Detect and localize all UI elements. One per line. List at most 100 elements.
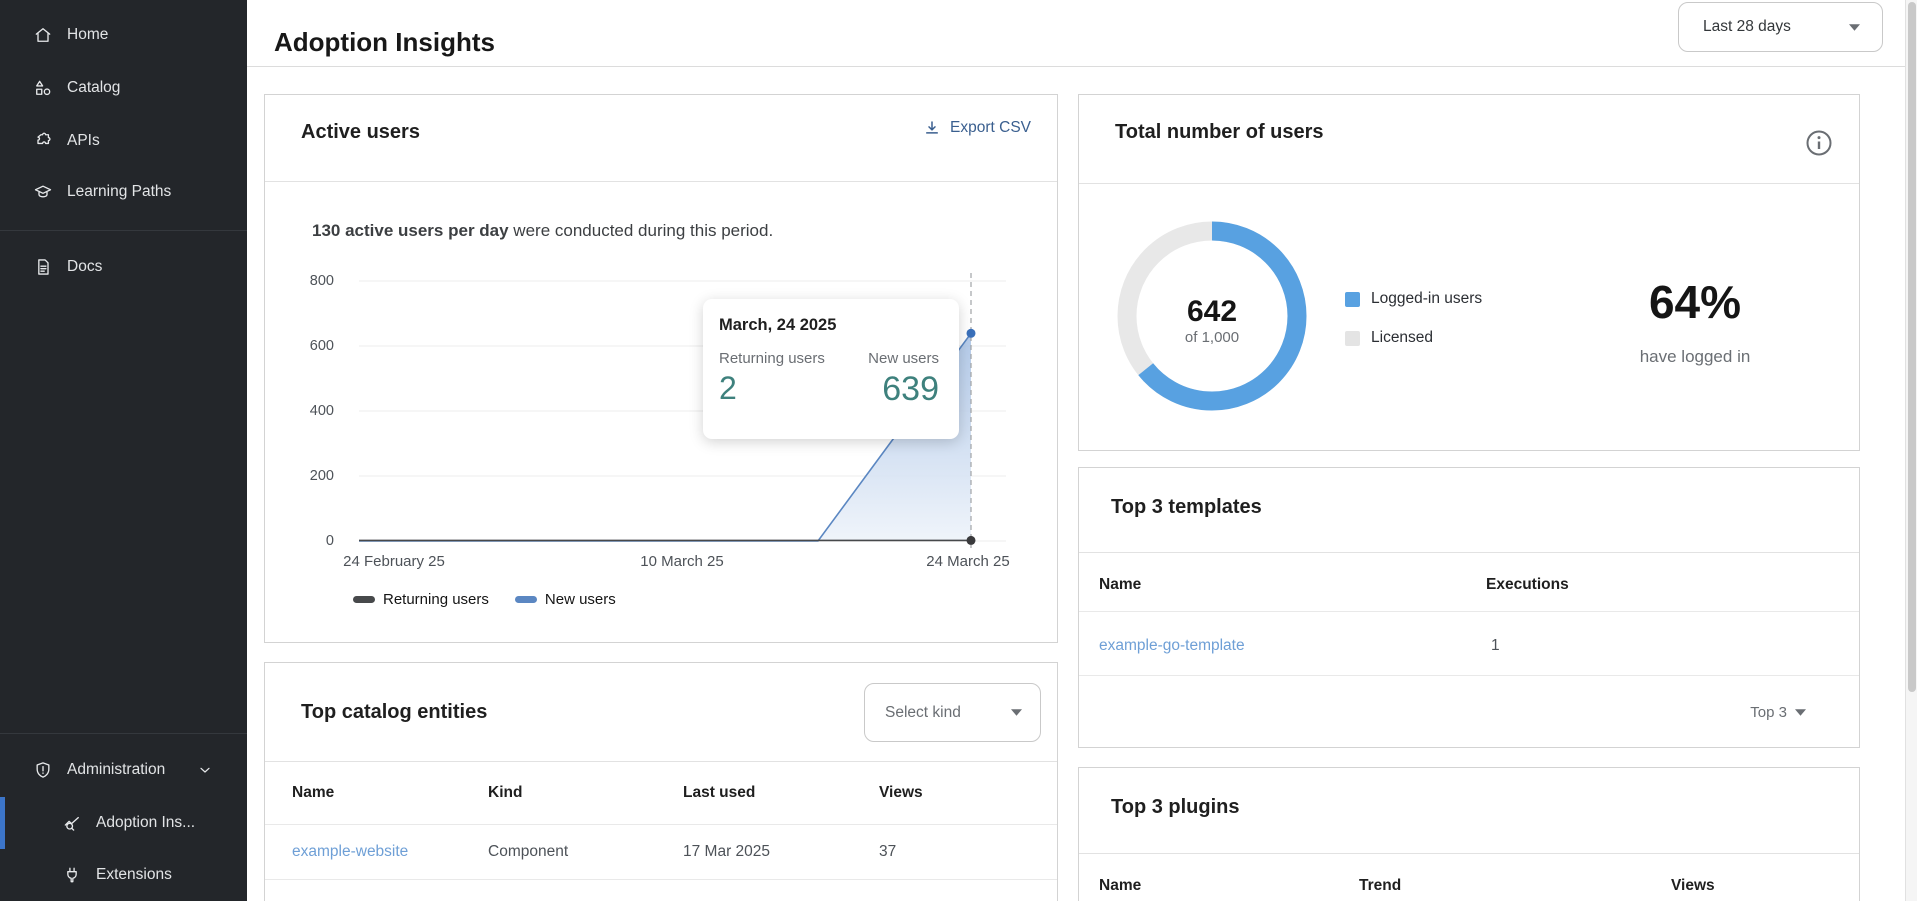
sidebar-item-label: Extensions (96, 866, 172, 884)
active-users-card: Active users Export CSV 130 active users… (264, 94, 1058, 643)
tooltip-value: 2 (719, 370, 825, 407)
sidebar-item-home[interactable]: Home (0, 15, 247, 55)
sidebar: Home Catalog APIs Learning Paths Docs Ad… (0, 0, 247, 901)
top-catalog-entities-card: Top catalog entities Select kind Name Ki… (264, 662, 1058, 901)
card-header-divider (1079, 552, 1859, 553)
logged-in-percent-caption: have logged in (1595, 347, 1795, 367)
donut-center-caption: of 1,000 (1142, 329, 1282, 346)
x-tick: 24 February 25 (314, 553, 474, 570)
chart-summary-bold: 130 active users per day (312, 221, 509, 240)
sidebar-divider (0, 733, 247, 734)
column-header-trend: Trend (1359, 877, 1401, 895)
card-header-divider (1079, 183, 1859, 184)
licensed-swatch (1345, 331, 1360, 346)
logged-in-percent: 64% (1595, 275, 1795, 329)
x-tick: 10 March 25 (602, 553, 762, 570)
top-3-filter-label: Top 3 (1750, 704, 1787, 721)
top-plugins-card: Top 3 plugins Name Trend Views (1078, 767, 1860, 901)
sidebar-item-adoption-insights[interactable]: Adoption Ins... (0, 803, 247, 843)
caret-down-icon (1849, 24, 1860, 31)
chart-tooltip: March, 24 2025 Returning users 2 New use… (703, 299, 959, 439)
extensions-icon (62, 865, 82, 885)
top-templates-card: Top 3 templates Name Executions example-… (1078, 467, 1860, 748)
tooltip-value: 639 (868, 370, 939, 409)
legend-label: New users (545, 591, 616, 608)
sidebar-item-administration[interactable]: Administration (0, 750, 247, 790)
top-3-filter[interactable]: Top 3 (1750, 704, 1806, 721)
table-divider (265, 824, 1057, 825)
table-divider (1079, 611, 1859, 612)
learning-paths-icon (33, 182, 53, 202)
sidebar-item-apis[interactable]: APIs (0, 121, 247, 161)
template-link[interactable]: example-go-template (1099, 637, 1245, 655)
select-kind-dropdown[interactable]: Select kind (864, 683, 1041, 742)
sidebar-item-learning-paths[interactable]: Learning Paths (0, 172, 247, 212)
info-icon[interactable] (1805, 129, 1833, 157)
template-executions: 1 (1491, 637, 1500, 655)
tooltip-label: New users (868, 350, 939, 367)
download-icon (923, 119, 941, 137)
x-tick: 24 March 25 (888, 553, 1048, 570)
docs-icon (33, 257, 53, 277)
sidebar-item-label: Adoption Ins... (96, 814, 195, 832)
column-header-kind: Kind (488, 784, 522, 802)
tooltip-date: March, 24 2025 (719, 316, 939, 335)
sidebar-divider (0, 230, 247, 231)
adoption-insights-page: Home Catalog APIs Learning Paths Docs Ad… (0, 0, 1917, 901)
caret-down-icon (1795, 709, 1806, 716)
card-title: Top 3 templates (1111, 496, 1262, 519)
sidebar-item-label: Catalog (67, 79, 120, 97)
date-range-value: Last 28 days (1703, 18, 1791, 36)
legend-label: Licensed (1371, 329, 1433, 347)
sidebar-item-label: Docs (67, 258, 102, 276)
caret-down-icon (1011, 709, 1022, 716)
column-header-executions: Executions (1486, 576, 1569, 594)
home-icon (33, 25, 53, 45)
date-range-select[interactable]: Last 28 days (1678, 2, 1883, 52)
sidebar-item-docs[interactable]: Docs (0, 247, 247, 287)
tooltip-label: Returning users (719, 350, 825, 367)
donut-center-value: 642 (1142, 295, 1282, 329)
scrollbar-thumb[interactable] (1908, 2, 1916, 692)
legend-label: Logged-in users (1371, 290, 1482, 308)
card-title: Active users (301, 121, 420, 144)
new-users-swatch (515, 596, 537, 603)
sidebar-item-label: Learning Paths (67, 183, 171, 201)
column-header-views: Views (1671, 877, 1715, 895)
column-header-name: Name (1099, 877, 1141, 895)
administration-icon (33, 760, 53, 780)
donut-legend-logged-in: Logged-in users (1345, 290, 1482, 308)
tooltip-returning-col: Returning users 2 (719, 350, 825, 409)
sidebar-item-label: Administration (67, 761, 165, 779)
returning-users-swatch (353, 596, 375, 603)
sidebar-item-label: Home (67, 26, 108, 44)
card-header-divider (265, 181, 1057, 182)
legend-item-returning-users: Returning users (353, 591, 489, 608)
chart-legend: Returning users New users (353, 591, 616, 608)
card-title: Top catalog entities (301, 701, 487, 724)
new-users-point[interactable] (967, 329, 976, 338)
entity-views: 37 (879, 843, 896, 861)
entity-link[interactable]: example-website (292, 843, 408, 861)
adoption-insights-icon (62, 813, 82, 833)
column-header-last-used: Last used (683, 784, 755, 802)
export-csv-button[interactable]: Export CSV (923, 119, 1031, 137)
returning-users-point[interactable] (967, 536, 976, 545)
sidebar-item-catalog[interactable]: Catalog (0, 68, 247, 108)
logged-in-users-swatch (1345, 292, 1360, 307)
entity-kind: Component (488, 843, 568, 861)
sidebar-item-label: APIs (67, 132, 100, 150)
chevron-down-icon (197, 762, 213, 778)
total-users-card: Total number of users 642 of 1,000 Logge… (1078, 94, 1860, 451)
entity-last-used: 17 Mar 2025 (683, 843, 770, 861)
export-csv-label: Export CSV (950, 119, 1031, 137)
sidebar-item-extensions[interactable]: Extensions (0, 855, 247, 895)
vertical-scrollbar[interactable] (1905, 0, 1917, 901)
tooltip-new-col: New users 639 (868, 350, 939, 409)
table-divider (265, 879, 1057, 880)
page-title: Adoption Insights (274, 27, 495, 58)
table-divider (1079, 675, 1859, 676)
legend-item-new-users: New users (515, 591, 616, 608)
column-header-name: Name (1099, 576, 1141, 594)
api-icon (33, 131, 53, 151)
